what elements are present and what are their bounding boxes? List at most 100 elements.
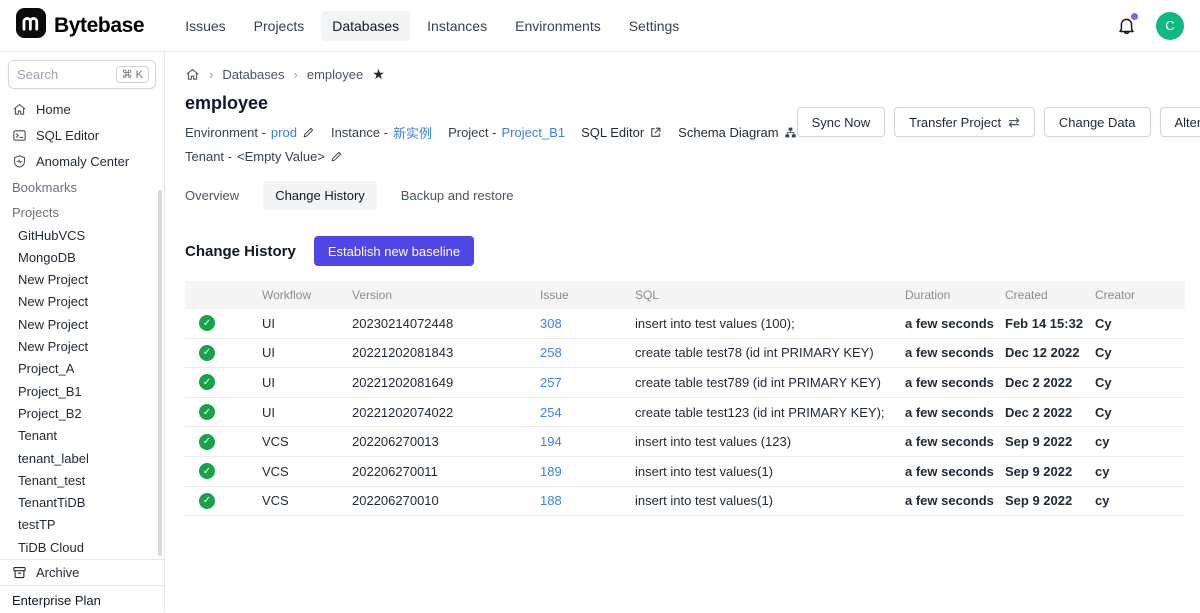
project-list-item[interactable]: TiDB Cloud [0, 537, 164, 559]
schema-diagram-label: Schema Diagram [678, 125, 778, 140]
avatar[interactable]: C [1156, 12, 1184, 40]
search-input[interactable]: Search ⌘ K [8, 60, 156, 89]
tab-backup-and-restore[interactable]: Backup and restore [389, 181, 526, 210]
breadcrumb-separator: › [209, 67, 213, 82]
cell-workflow: VCS [262, 434, 352, 449]
alter-schema-button[interactable]: Alter Schema [1160, 107, 1200, 137]
sidebar-scrollbar[interactable] [158, 190, 162, 556]
change-history-section-head: Change History Establish new baseline [185, 236, 1185, 266]
issue-link[interactable]: 257 [540, 375, 562, 390]
cell-duration: a few seconds [905, 316, 1005, 331]
cell-sql: create table test789 (id int PRIMARY KEY… [635, 375, 905, 390]
nav-settings[interactable]: Settings [618, 11, 691, 41]
instance-link[interactable]: 新实例 [393, 123, 432, 142]
cell-sql: insert into test values (100); [635, 316, 905, 331]
table-row[interactable]: ✓ VCS 202206270010 188 insert into test … [185, 487, 1185, 517]
table-row[interactable]: ✓ UI 20221202081649 257 create table tes… [185, 368, 1185, 398]
establish-baseline-button[interactable]: Establish new baseline [314, 236, 474, 266]
environment-meta: Environment - prod [185, 125, 315, 140]
nav-databases[interactable]: Databases [321, 11, 410, 41]
brand[interactable]: Bytebase [16, 8, 144, 43]
cell-version: 20221202074022 [352, 405, 540, 420]
sql-editor-icon [12, 128, 27, 143]
topbar-right: C [1116, 12, 1184, 40]
project-list-item[interactable]: New Project [0, 314, 164, 336]
project-list-item[interactable]: testTP [0, 514, 164, 536]
table-row[interactable]: ✓ VCS 202206270011 189 insert into test … [185, 457, 1185, 487]
nav-instances[interactable]: Instances [416, 11, 498, 41]
bookmarks-section-label: Bookmarks [0, 175, 164, 200]
project-list-item[interactable]: Tenant [0, 425, 164, 447]
tab-change-history[interactable]: Change History [263, 181, 377, 210]
edit-tenant-pencil-icon[interactable] [330, 150, 343, 163]
project-list: GitHubVCSMongoDBNew ProjectNew ProjectNe… [0, 225, 164, 559]
project-list-item[interactable]: Project_A [0, 358, 164, 380]
schema-diagram-icon [784, 126, 797, 139]
project-list-item[interactable]: New Project [0, 336, 164, 358]
sidebar-item-archive[interactable]: Archive [0, 559, 164, 585]
breadcrumb-employee[interactable]: employee [307, 67, 363, 82]
tab-bar: Overview Change History Backup and restore [173, 181, 1185, 210]
project-link[interactable]: Project_B1 [501, 125, 565, 140]
breadcrumb-databases[interactable]: Databases [222, 67, 284, 82]
table-row[interactable]: ✓ VCS 202206270013 194 insert into test … [185, 427, 1185, 457]
schema-diagram-link[interactable]: Schema Diagram [678, 125, 796, 140]
success-check-icon: ✓ [199, 315, 215, 331]
project-label: Project - [448, 125, 496, 140]
bookmark-star-icon[interactable]: ★ [372, 67, 385, 81]
breadcrumb-home-icon[interactable] [185, 67, 200, 82]
table-row[interactable]: ✓ UI 20221202074022 254 create table tes… [185, 398, 1185, 428]
cell-duration: a few seconds [905, 345, 1005, 360]
nav-projects[interactable]: Projects [243, 11, 316, 41]
cell-created: Sep 9 2022 [1005, 493, 1095, 508]
sidebar-item-home[interactable]: Home [0, 97, 164, 123]
cell-version: 20221202081843 [352, 345, 540, 360]
project-list-item[interactable]: Tenant_test [0, 470, 164, 492]
project-list-item[interactable]: New Project [0, 269, 164, 291]
tab-overview[interactable]: Overview [173, 181, 251, 210]
instance-label: Instance - [331, 125, 388, 140]
issue-link[interactable]: 189 [540, 464, 562, 479]
project-list-item[interactable]: MongoDB [0, 247, 164, 269]
action-button-label: Sync Now [812, 115, 871, 130]
cell-duration: a few seconds [905, 375, 1005, 390]
cell-sql: insert into test values(1) [635, 493, 905, 508]
project-list-item[interactable]: New Project [0, 291, 164, 313]
nav-environments[interactable]: Environments [504, 11, 612, 41]
cell-creator: Cy [1095, 405, 1185, 420]
edit-labels-pencil-icon[interactable] [302, 126, 315, 139]
issue-link[interactable]: 254 [540, 405, 562, 420]
project-list-item[interactable]: Project_B1 [0, 381, 164, 403]
success-check-icon: ✓ [199, 345, 215, 361]
sidebar-item-sql-editor[interactable]: SQL Editor [0, 123, 164, 149]
table-header-cell: Issue [540, 288, 635, 302]
table-row[interactable]: ✓ UI 20230214072448 308 insert into test… [185, 309, 1185, 339]
sidebar-item-anomaly-center[interactable]: Anomaly Center [0, 149, 164, 175]
history-table-body: ✓ UI 20230214072448 308 insert into test… [185, 309, 1185, 516]
change-data-button[interactable]: Change Data [1044, 107, 1151, 137]
issue-link[interactable]: 308 [540, 316, 562, 331]
transfer-project-button[interactable]: Transfer Project ⇄ [894, 107, 1035, 137]
cell-created: Dec 2 2022 [1005, 375, 1095, 390]
environment-link[interactable]: prod [271, 125, 297, 140]
issue-link[interactable]: 194 [540, 434, 562, 449]
cell-creator: cy [1095, 493, 1185, 508]
project-list-item[interactable]: GitHubVCS [0, 225, 164, 247]
environment-label: Environment - [185, 125, 266, 140]
table-header-cell: Creator [1095, 288, 1185, 302]
table-row[interactable]: ✓ UI 20221202081843 258 create table tes… [185, 339, 1185, 369]
action-button-label: Alter Schema [1175, 115, 1200, 130]
issue-link[interactable]: 258 [540, 345, 562, 360]
sql-editor-link[interactable]: SQL Editor [581, 125, 662, 140]
project-list-item[interactable]: tenant_label [0, 448, 164, 470]
project-list-item[interactable]: Project_B2 [0, 403, 164, 425]
cell-created: Dec 2 2022 [1005, 405, 1095, 420]
notifications-button[interactable] [1116, 15, 1138, 37]
sync-now-button[interactable]: Sync Now [797, 107, 886, 137]
issue-link[interactable]: 188 [540, 493, 562, 508]
cell-version: 202206270011 [352, 464, 540, 479]
project-list-item[interactable]: TenantTiDB [0, 492, 164, 514]
nav-issues[interactable]: Issues [174, 11, 236, 41]
tenant-meta: Tenant - <Empty Value> [185, 149, 343, 164]
success-check-icon: ✓ [199, 374, 215, 390]
